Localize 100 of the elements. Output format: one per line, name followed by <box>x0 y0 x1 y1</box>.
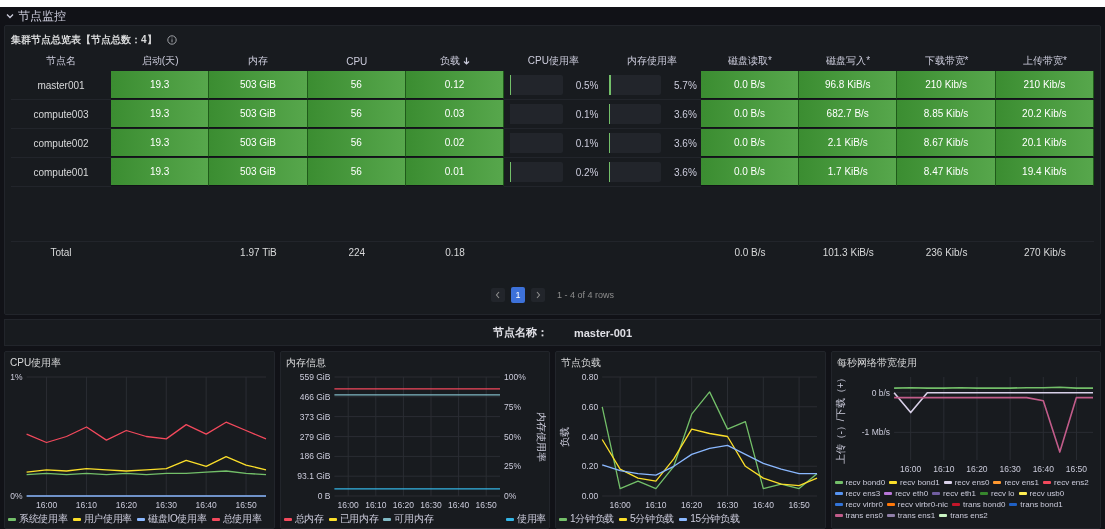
table-cell: 503 GiB <box>209 158 308 186</box>
row-count: 1 - 4 of 4 rows <box>557 290 614 300</box>
legend-swatch[interactable] <box>1018 492 1027 495</box>
legend-label[interactable]: recv ens0 <box>954 478 990 487</box>
legend-label[interactable]: 总使用率 <box>222 512 262 526</box>
legend-label[interactable]: recv virbr0-nic <box>897 500 949 509</box>
legend-label[interactable]: trans ens2 <box>950 511 988 520</box>
table-cell: 56 <box>307 158 406 186</box>
table-cell: 20.1 Kib/s <box>995 129 1094 157</box>
legend-label[interactable]: recv eth1 <box>943 489 976 498</box>
axis-label: -1 Mb/s <box>861 427 890 438</box>
legend-label[interactable]: trans bond1 <box>1020 500 1063 509</box>
legend-swatch[interactable] <box>980 492 988 495</box>
axis-label: 0.20 <box>581 461 599 472</box>
legend-swatch[interactable] <box>952 503 961 506</box>
legend-swatch[interactable] <box>619 517 628 521</box>
total-value: Total <box>50 246 72 258</box>
axis-label: 16:10 <box>364 500 386 510</box>
legend-swatch[interactable] <box>884 492 893 495</box>
column-header[interactable]: 负载 <box>440 54 461 68</box>
legend-swatch[interactable] <box>328 517 337 521</box>
table-cell: 210 Kib/s <box>995 71 1094 99</box>
axis-title: 上传（-）/下载（+） <box>834 372 846 465</box>
legend-label[interactable]: recv ens3 <box>845 489 881 498</box>
legend-label[interactable]: 15分钟负载 <box>690 512 740 526</box>
table-cell: 8.47 Kib/s <box>897 158 996 186</box>
legend-swatch[interactable] <box>679 517 688 521</box>
legend-label[interactable]: 总内存 <box>294 512 324 526</box>
axis-label: 16:00 <box>337 500 359 510</box>
legend-swatch[interactable] <box>559 517 567 521</box>
column-header[interactable]: 内存使用率 <box>626 54 677 68</box>
legend-swatch[interactable] <box>834 481 843 484</box>
legend-swatch[interactable] <box>72 517 81 521</box>
legend-label[interactable]: 可用内存 <box>394 512 434 526</box>
legend-swatch[interactable] <box>886 514 895 517</box>
info-icon[interactable] <box>166 35 177 45</box>
table-cell: 19.3 <box>111 129 210 157</box>
column-header[interactable]: CPU使用率 <box>527 54 579 68</box>
legend-label[interactable]: trans bond0 <box>963 500 1006 509</box>
legend-swatch[interactable] <box>939 514 948 517</box>
legend-swatch[interactable] <box>383 517 392 521</box>
legend-swatch[interactable] <box>889 481 898 484</box>
axis-label: 16:10 <box>645 500 667 510</box>
legend-label[interactable]: recv bond0 <box>845 478 886 487</box>
legend-label[interactable]: recv ens1 <box>1004 478 1040 487</box>
legend-label[interactable]: trans ens1 <box>897 511 936 520</box>
next-page-button[interactable] <box>531 288 545 302</box>
legend-label[interactable]: 用户使用率 <box>83 512 133 526</box>
legend-label[interactable]: recv usb0 <box>1029 489 1065 498</box>
percent-value: 3.6% <box>674 166 697 178</box>
sort-arrow-icon[interactable] <box>463 57 471 65</box>
legend-label[interactable]: 已用内存 <box>339 512 379 526</box>
column-header[interactable]: 上传带宽* <box>1022 54 1067 68</box>
column-header[interactable]: 启动(天) <box>141 54 179 68</box>
axis-label: 0.00 <box>581 491 599 501</box>
previous-page-button[interactable] <box>491 288 505 302</box>
section-title[interactable]: 节点监控 <box>18 7 66 25</box>
legend-swatch[interactable] <box>993 481 1002 484</box>
legend-swatch[interactable] <box>1043 481 1052 484</box>
legend-swatch[interactable] <box>211 517 220 521</box>
legend-label[interactable]: trans ens0 <box>845 511 883 520</box>
axis-label: 0% <box>503 491 516 501</box>
legend-swatch[interactable] <box>834 492 843 495</box>
legend-swatch[interactable] <box>932 492 941 495</box>
legend-swatch[interactable] <box>137 517 146 521</box>
legend-label[interactable]: 1分钟负载 <box>570 512 615 526</box>
legend-swatch[interactable] <box>1009 503 1018 506</box>
axis-label: 16:20 <box>965 464 988 474</box>
variable-value[interactable]: master-001 <box>573 326 633 339</box>
legend-label[interactable]: recv eth0 <box>895 489 929 498</box>
axis-title: 内存使用率 <box>535 411 546 462</box>
legend-swatch[interactable] <box>834 514 843 517</box>
table-cell: 2.1 KiB/s <box>799 129 898 157</box>
total-value: 270 Kib/s <box>1024 246 1066 258</box>
column-header[interactable]: 磁盘读取* <box>728 54 772 68</box>
column-header[interactable]: 磁盘写入* <box>826 54 871 68</box>
column-header[interactable]: 下载带宽* <box>924 54 969 68</box>
legend-swatch[interactable] <box>283 517 292 521</box>
legend-swatch[interactable] <box>505 517 514 521</box>
legend-swatch[interactable] <box>886 503 895 506</box>
chevron-icon[interactable] <box>6 12 14 20</box>
legend-label[interactable]: 系统使用率 <box>19 512 68 526</box>
legend-swatch[interactable] <box>834 503 843 506</box>
legend-swatch[interactable] <box>943 481 952 484</box>
legend-label[interactable]: 5分钟负载 <box>630 512 675 526</box>
legend-swatch[interactable] <box>8 517 16 521</box>
legend-label[interactable]: recv virbr0 <box>845 500 883 509</box>
column-header[interactable]: 内存 <box>248 54 269 68</box>
axis-label: 16:50 <box>475 500 497 510</box>
legend-label[interactable]: recv bond1 <box>900 478 940 487</box>
page-button[interactable]: 1 <box>511 287 525 303</box>
column-header[interactable]: 节点名 <box>46 54 76 68</box>
legend-label[interactable]: recv ens2 <box>1054 478 1089 487</box>
legend-label[interactable]: recv lo <box>991 489 1015 498</box>
table-cell: 682.7 B/s <box>799 100 898 128</box>
column-header[interactable]: CPU <box>346 55 368 67</box>
panel-title: CPU使用率 <box>9 356 63 370</box>
legend-label[interactable]: 使用率 <box>516 512 546 526</box>
legend-label[interactable]: 磁盘IO使用率 <box>148 512 207 526</box>
axis-label: 16:20 <box>115 500 137 510</box>
